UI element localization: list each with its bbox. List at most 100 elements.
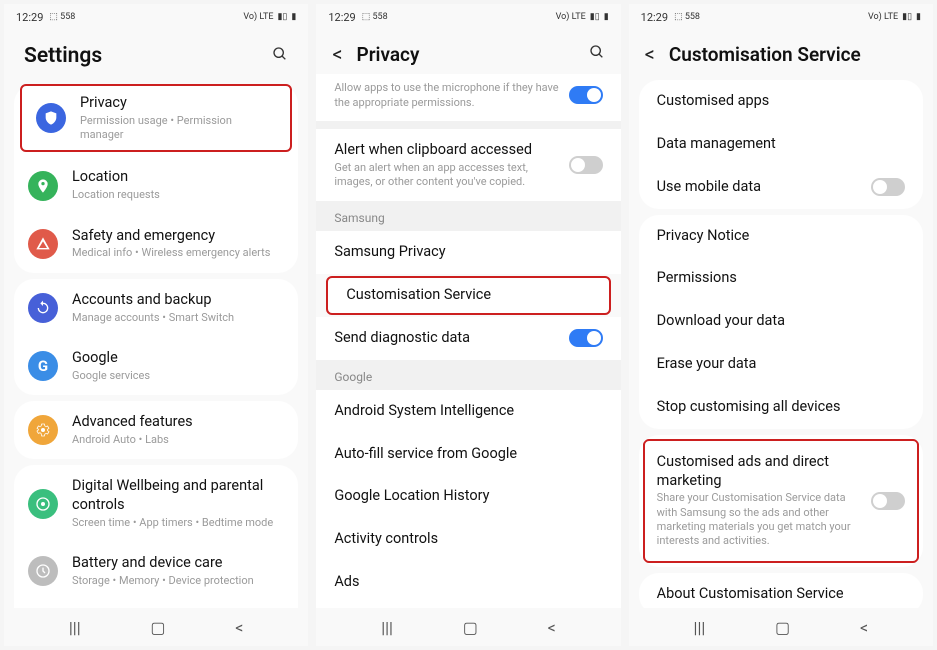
status-bar: 12:29 ⬚ 558 Vo) LTE ▮▯ ▮ (629, 4, 933, 30)
nav-recent-icon[interactable]: ||| (694, 618, 706, 637)
row-title: Erase your data (657, 355, 905, 374)
row-sub: Google services (72, 369, 284, 383)
row-erase-data[interactable]: Erase your data (639, 343, 923, 386)
row-microphone-truncated[interactable]: Allow apps to use the microphone if they… (316, 74, 620, 121)
nav-back-icon[interactable]: < (860, 618, 868, 637)
row-loc-history[interactable]: Google Location History (316, 475, 620, 518)
header: Settings (4, 30, 308, 78)
row-sub: Location requests (72, 188, 284, 202)
sidebar-item-privacy[interactable]: PrivacyPermission usage • Permission man… (22, 90, 290, 146)
wellbeing-icon (28, 489, 58, 519)
row-title: Data management (657, 135, 905, 154)
row-title: Stop customising all devices (657, 398, 905, 417)
nav-home-icon[interactable]: ▢ (150, 618, 165, 637)
row-title: Use mobile data (657, 178, 861, 197)
custom-ads-toggle[interactable] (871, 492, 905, 510)
search-icon[interactable] (272, 46, 288, 67)
status-battery-icon: ▮ (916, 12, 921, 22)
status-signal-icon: ▮▯ (590, 12, 600, 22)
row-sub: Medical info • Wireless emergency alerts (72, 246, 284, 260)
row-data-mgmt[interactable]: Data management (639, 123, 923, 166)
nav-bar: ||| ▢ < (629, 608, 933, 646)
nav-bar: ||| ▢ < (316, 608, 620, 646)
row-title: Auto-fill service from Google (334, 445, 602, 464)
sidebar-item-accounts[interactable]: Accounts and backupManage accounts • Sma… (14, 279, 298, 337)
nav-recent-icon[interactable]: ||| (69, 618, 81, 637)
nav-recent-icon[interactable]: ||| (381, 618, 393, 637)
row-customisation-service[interactable]: Customisation Service (328, 282, 608, 309)
nav-back-icon[interactable]: < (548, 618, 556, 637)
G-icon: G (28, 351, 58, 381)
row-sub: Permission usage • Permission manager (80, 114, 276, 143)
status-battery-icon: ▮ (291, 12, 296, 22)
sidebar-item-google[interactable]: GGoogleGoogle services (14, 337, 298, 395)
row-title: Customisation Service (346, 286, 590, 305)
row-permissions[interactable]: Permissions (639, 257, 923, 300)
row-privacy-notice[interactable]: Privacy Notice (639, 215, 923, 258)
row-title: Digital Wellbeing and parental controls (72, 477, 284, 515)
row-custom-ads[interactable]: Customised ads and direct marketing Shar… (645, 445, 917, 557)
row-send-diag[interactable]: Send diagnostic data (316, 317, 620, 360)
row-title: Download your data (657, 312, 905, 331)
row-title: Location (72, 168, 284, 187)
row-android-intel[interactable]: Android System Intelligence (316, 390, 620, 433)
row-title: Battery and device care (72, 554, 284, 573)
sidebar-item-safety[interactable]: Safety and emergencyMedical info • Wirel… (14, 215, 298, 273)
custom-ads-title: Customised ads and direct marketing (657, 453, 861, 491)
alert-icon (28, 229, 58, 259)
status-time: 12:29 (16, 11, 43, 24)
sidebar-item-location[interactable]: LocationLocation requests (14, 156, 298, 214)
custom-ads-sub: Share your Customisation Service data wi… (657, 491, 861, 548)
microphone-sub: Allow apps to use the microphone if they… (334, 81, 558, 111)
row-mobile-data[interactable]: Use mobile data (639, 166, 923, 209)
row-sub: Android Auto • Labs (72, 433, 284, 447)
clipboard-toggle[interactable] (569, 156, 603, 174)
status-net1: Vo) LTE (556, 12, 586, 22)
phone-settings: 12:29 ⬚ 558 Vo) LTE ▮▯ ▮ Settings Privac… (4, 4, 308, 646)
sidebar-item-apps[interactable]: AppsDefault apps • App settings (14, 600, 298, 608)
status-signal-icon: ▮▯ (902, 12, 912, 22)
row-custom-apps[interactable]: Customised apps (639, 80, 923, 123)
section-samsung: Samsung (316, 201, 620, 231)
back-icon[interactable]: < (645, 42, 655, 66)
status-bar: 12:29 ⬚ 558 Vo) LTE ▮▯ ▮ (4, 4, 308, 30)
privacy-list: Allow apps to use the microphone if they… (316, 74, 620, 608)
phone-customisation: 12:29 ⬚ 558 Vo) LTE ▮▯ ▮ < Customisation… (629, 4, 933, 646)
section-google: Google (316, 360, 620, 390)
row-title: Ads (334, 573, 602, 592)
status-time: 12:29 (328, 11, 355, 24)
toggle[interactable] (871, 178, 905, 196)
row-clipboard-alert[interactable]: Alert when clipboard accessed Get an ale… (316, 129, 620, 201)
back-icon[interactable]: < (332, 42, 342, 66)
nav-home-icon[interactable]: ▢ (775, 618, 790, 637)
row-download-data[interactable]: Download your data (639, 300, 923, 343)
sidebar-item-wellbeing[interactable]: Digital Wellbeing and parental controlsS… (14, 465, 298, 542)
nav-back-icon[interactable]: < (235, 618, 243, 637)
row-sub: Manage accounts • Smart Switch (72, 311, 284, 325)
row-activity[interactable]: Activity controls (316, 518, 620, 561)
sidebar-item-advanced[interactable]: Advanced featuresAndroid Auto • Labs (14, 401, 298, 459)
header: < Privacy (316, 30, 620, 74)
status-carrier-icons: ⬚ 558 (49, 12, 75, 22)
pin-icon (28, 171, 58, 201)
header: < Customisation Service (629, 30, 933, 74)
row-title: Customised apps (657, 92, 905, 111)
row-about-customisation[interactable]: About Customisation Service (639, 573, 923, 608)
row-title: Google Location History (334, 487, 602, 506)
search-icon[interactable] (589, 44, 605, 65)
row-title: Privacy (80, 94, 276, 113)
row-title: Permissions (657, 269, 905, 288)
row-autofill[interactable]: Auto-fill service from Google (316, 433, 620, 476)
toggle[interactable] (569, 329, 603, 347)
row-ads[interactable]: Ads (316, 561, 620, 604)
row-sub: Screen time • App timers • Bedtime mode (72, 516, 284, 530)
row-title: Samsung Privacy (334, 243, 602, 262)
sidebar-item-battery[interactable]: Battery and device careStorage • Memory … (14, 542, 298, 600)
microphone-toggle[interactable] (569, 86, 603, 104)
row-stop-custom[interactable]: Stop customising all devices (639, 386, 923, 429)
row-samsung-privacy[interactable]: Samsung Privacy (316, 231, 620, 274)
row-title: Advanced features (72, 413, 284, 432)
nav-home-icon[interactable]: ▢ (463, 618, 478, 637)
shield-icon (36, 103, 66, 133)
page-title: Privacy (357, 43, 575, 66)
